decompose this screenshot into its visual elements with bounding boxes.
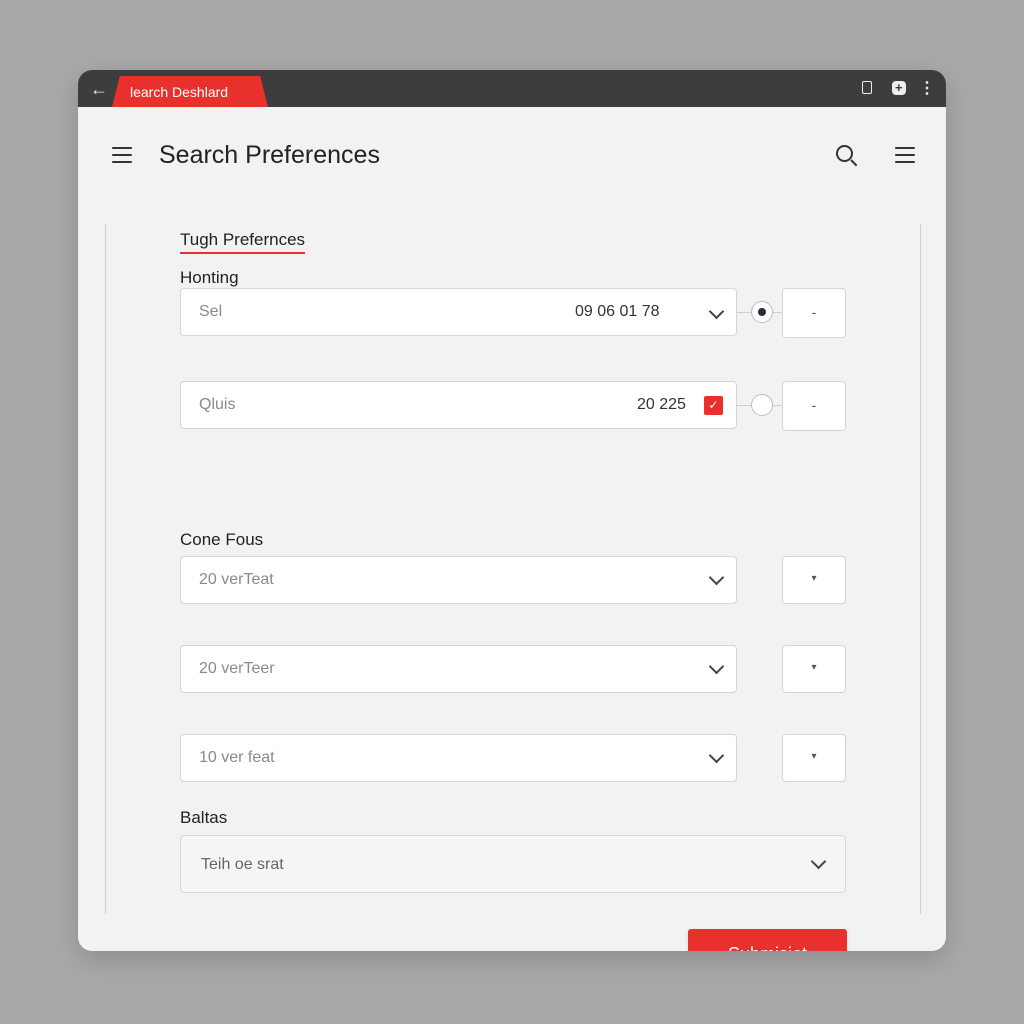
dropdown-toggle-button[interactable]: ▾ — [782, 645, 846, 693]
field-placeholder: Qluis — [199, 396, 236, 413]
tab-label: learch Deshlard — [130, 84, 229, 100]
clipboard-icon[interactable] — [858, 80, 876, 98]
field-placeholder: Sel — [199, 303, 223, 320]
menu-icon[interactable] — [895, 147, 915, 163]
field-placeholder: Teih oe srat — [201, 856, 284, 873]
radio-button[interactable] — [751, 394, 773, 416]
select-field-sel[interactable]: Sel 09 06 01 78 — [180, 288, 737, 336]
hamburger-menu-icon[interactable] — [112, 147, 132, 163]
back-arrow-icon[interactable]: ← — [88, 78, 110, 100]
field-value: 09 06 01 78 — [575, 303, 660, 320]
field-placeholder: 10 ver feat — [199, 749, 275, 766]
tab-search-dashboard[interactable]: learch Deshlard — [112, 76, 268, 107]
chevron-down-icon — [810, 853, 827, 870]
radio-button-selected[interactable] — [751, 301, 773, 323]
chevron-down-icon — [708, 747, 725, 764]
stepper-button[interactable]: - — [782, 288, 846, 338]
dropdown-toggle-button[interactable]: ▾ — [782, 556, 846, 604]
wide-select-field[interactable]: Teih oe srat — [180, 835, 846, 893]
browser-titlebar: ← learch Deshlard ⋮ — [78, 70, 946, 107]
group-label-baltas: Baltas — [180, 808, 228, 827]
group-label-honting: Honting — [180, 268, 239, 287]
section-title: Tugh Prefernces — [180, 230, 306, 254]
page-title: Search Preferences — [159, 141, 380, 169]
chevron-down-icon — [708, 658, 725, 675]
preferences-panel: Tugh Prefernces Honting Sel 09 06 01 78 … — [105, 224, 921, 951]
field-value: 20 225 — [637, 396, 686, 413]
input-field-qluis[interactable]: Qluis 20 225 ✓ — [180, 381, 737, 429]
chevron-down-icon — [708, 569, 725, 586]
app-header: Search Preferences — [78, 107, 946, 207]
field-placeholder: 20 verTeer — [199, 660, 275, 677]
dropdown-select[interactable]: 20 verTeer — [180, 645, 737, 693]
checkbox-checked[interactable]: ✓ — [704, 396, 723, 415]
search-icon[interactable] — [836, 145, 858, 167]
dropdown-select[interactable]: 10 ver feat — [180, 734, 737, 782]
more-vertical-icon[interactable]: ⋮ — [918, 80, 936, 98]
field-placeholder: 20 verTeat — [199, 571, 274, 588]
dropdown-toggle-button[interactable]: ▾ — [782, 734, 846, 782]
browser-window: ← learch Deshlard ⋮ Search Preferences T… — [78, 70, 946, 951]
extension-icon[interactable] — [890, 79, 908, 98]
stepper-button[interactable]: - — [782, 381, 846, 431]
submit-button[interactable]: Submisiot — [688, 929, 847, 951]
dropdown-select[interactable]: 20 verTeat — [180, 556, 737, 604]
chevron-down-icon — [708, 303, 725, 320]
group-label-cone-fous: Cone Fous — [180, 530, 264, 549]
